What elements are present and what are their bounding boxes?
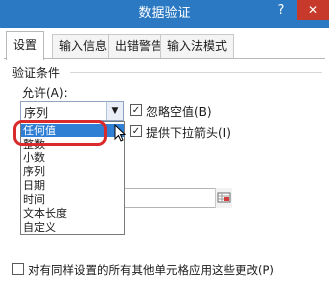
option-time[interactable]: 时间: [21, 193, 124, 206]
apply-all-checkbox[interactable]: [12, 263, 24, 275]
ignore-blank-label: 忽略空值(B): [146, 105, 212, 119]
criteria-group-label: 验证条件: [12, 66, 61, 80]
option-date[interactable]: 日期: [21, 179, 124, 192]
mouse-cursor-icon: [114, 124, 127, 142]
help-button[interactable]: ?: [270, 1, 292, 21]
range-picker-icon: [217, 192, 231, 203]
tab-divider: [4, 58, 325, 59]
range-select-button[interactable]: [215, 188, 232, 208]
ignore-blank-checkbox[interactable]: ✓: [130, 104, 142, 116]
chevron-down-icon[interactable]: ▼: [106, 102, 123, 120]
tab-ime-mode[interactable]: 输入法模式: [160, 34, 235, 58]
group-divider: [70, 72, 322, 73]
option-decimal[interactable]: 小数: [21, 151, 124, 164]
option-text-length[interactable]: 文本长度: [21, 207, 124, 220]
in-cell-dropdown-label: 提供下拉箭头(I): [146, 126, 231, 140]
apply-all-label: 对有同样设置的所有其他单元格应用这些更改(P): [28, 263, 274, 277]
in-cell-dropdown-checkbox[interactable]: ✓: [130, 125, 142, 137]
tab-settings[interactable]: 设置: [6, 31, 45, 60]
close-button[interactable]: ✕: [297, 0, 329, 20]
highlight-ring: [13, 120, 107, 146]
option-custom[interactable]: 自定义: [21, 221, 124, 234]
tab-input-message[interactable]: 输入信息: [52, 34, 115, 58]
allow-label: 允许(A):: [22, 86, 68, 100]
option-list[interactable]: 序列: [21, 165, 124, 178]
allow-combobox-value: 序列: [24, 106, 49, 120]
